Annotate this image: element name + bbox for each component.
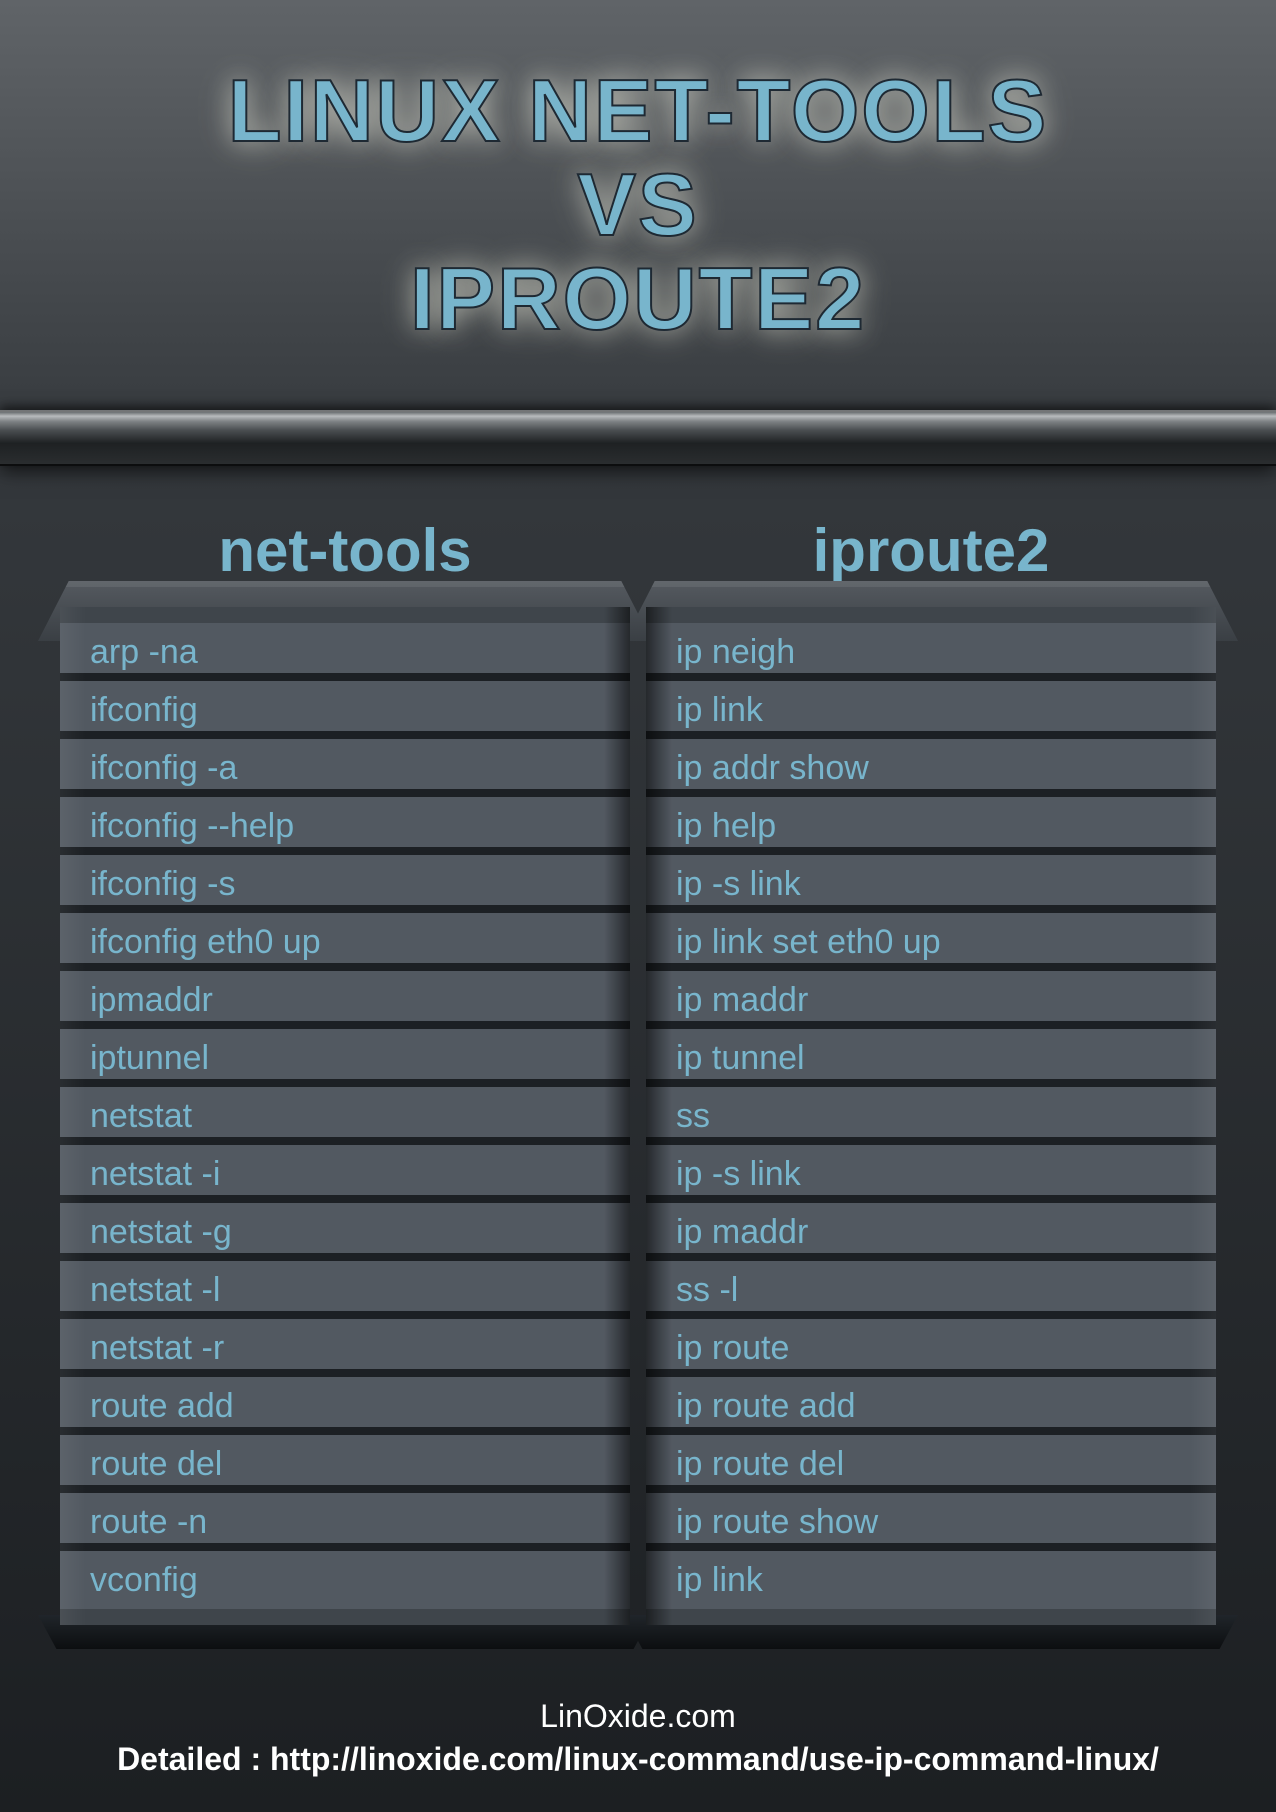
command-row: ifconfig -s: [60, 855, 630, 913]
command-row: ip neigh: [646, 623, 1216, 681]
command-row: ip maddr: [646, 971, 1216, 1029]
command-row: ip route: [646, 1319, 1216, 1377]
command-row: ip route show: [646, 1493, 1216, 1551]
divider-bar: [0, 410, 1276, 466]
title-line-3: IPROUTE2: [40, 248, 1236, 350]
footer-detail-url: http://linoxide.com/linux-command/use-ip…: [270, 1741, 1159, 1777]
footer-site: LinOxide.com: [0, 1698, 1276, 1735]
command-row: netstat -r: [60, 1319, 630, 1377]
command-row: ss: [646, 1087, 1216, 1145]
command-row: ip route del: [646, 1435, 1216, 1493]
command-row: ifconfig eth0 up: [60, 913, 630, 971]
command-row: ifconfig --help: [60, 797, 630, 855]
command-row: ip -s link: [646, 1145, 1216, 1203]
command-row: vconfig: [60, 1551, 630, 1609]
stack-right: ip neighip linkip addr showip helpip -s …: [646, 607, 1216, 1625]
column-heading-right: iproute2: [646, 516, 1216, 585]
command-row: netstat -l: [60, 1261, 630, 1319]
title-line-1: LINUX NET-TOOLS: [40, 60, 1236, 162]
command-row: ip addr show: [646, 739, 1216, 797]
command-row: ip tunnel: [646, 1029, 1216, 1087]
column-iproute2: iproute2 ip neighip linkip addr showip h…: [646, 516, 1216, 1625]
command-row: ipmaddr: [60, 971, 630, 1029]
command-row: route del: [60, 1435, 630, 1493]
command-row: ip link: [646, 1551, 1216, 1609]
command-row: route -n: [60, 1493, 630, 1551]
command-row: ip -s link: [646, 855, 1216, 913]
command-row: netstat -i: [60, 1145, 630, 1203]
command-row: ss -l: [646, 1261, 1216, 1319]
page-title: LINUX NET-TOOLS VS IPROUTE2: [0, 0, 1276, 380]
command-row: ifconfig -a: [60, 739, 630, 797]
rows-right: ip neighip linkip addr showip helpip -s …: [646, 607, 1216, 1625]
column-heading-left: net-tools: [60, 516, 630, 585]
column-net-tools: net-tools arp -naifconfigifconfig -aifco…: [60, 516, 630, 1625]
command-row: ip route add: [646, 1377, 1216, 1435]
command-row: ip maddr: [646, 1203, 1216, 1261]
comparison-columns: net-tools arp -naifconfigifconfig -aifco…: [0, 516, 1276, 1625]
footer: LinOxide.com Detailed : http://linoxide.…: [0, 1698, 1276, 1778]
footer-detail-label: Detailed :: [117, 1741, 270, 1777]
command-row: ip help: [646, 797, 1216, 855]
command-row: iptunnel: [60, 1029, 630, 1087]
command-row: ip link: [646, 681, 1216, 739]
title-line-2: VS: [40, 154, 1236, 256]
command-row: netstat: [60, 1087, 630, 1145]
command-row: ip link set eth0 up: [646, 913, 1216, 971]
command-row: ifconfig: [60, 681, 630, 739]
rows-left: arp -naifconfigifconfig -aifconfig --hel…: [60, 607, 630, 1625]
command-row: route add: [60, 1377, 630, 1435]
stack-left: arp -naifconfigifconfig -aifconfig --hel…: [60, 607, 630, 1625]
command-row: netstat -g: [60, 1203, 630, 1261]
command-row: arp -na: [60, 623, 630, 681]
